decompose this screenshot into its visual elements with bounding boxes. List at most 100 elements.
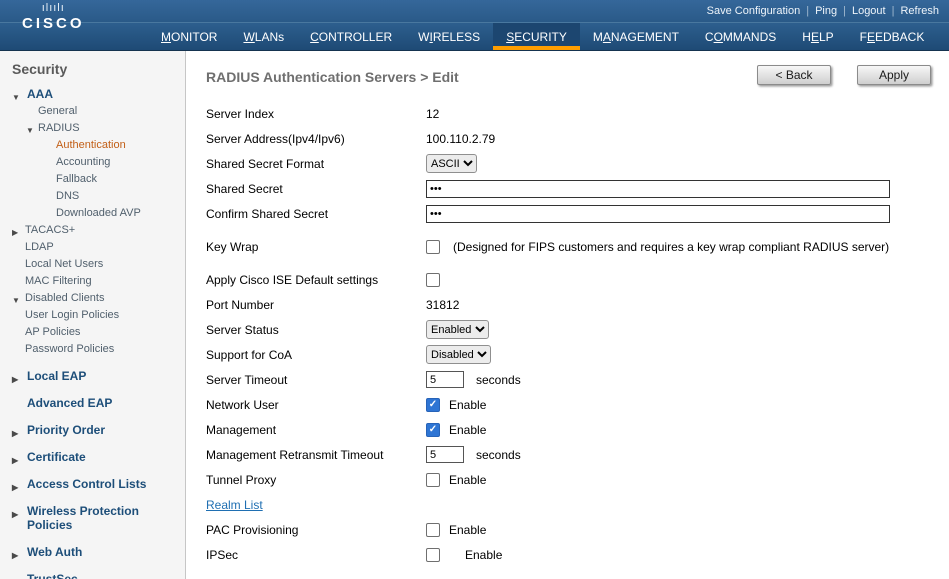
shared-secret-row: Shared Secret: [206, 176, 935, 201]
tree-collapsed-icon: ▶: [12, 373, 18, 387]
sidebar-item-fallback[interactable]: Fallback: [0, 171, 185, 188]
sidebar-item-user-login-policies[interactable]: User Login Policies: [0, 307, 185, 324]
apply-ise-row: Apply Cisco ISE Default settings ✓: [206, 267, 935, 292]
tree-label: MAC Filtering: [25, 275, 92, 287]
sidebar-item-trustsec[interactable]: ▶TrustSec: [0, 570, 185, 579]
nav-feedback[interactable]: FEEDBACK: [847, 23, 938, 50]
ping-link[interactable]: Ping: [815, 5, 837, 17]
tree-expanded-icon: ▼: [12, 294, 20, 307]
separator: |: [892, 5, 895, 17]
tree-label: Certificate: [27, 450, 86, 464]
sidebar-item-ldap[interactable]: LDAP: [0, 239, 185, 256]
nav-wireless[interactable]: WIRELESS: [405, 23, 493, 50]
tree-label: Downloaded AVP: [56, 207, 141, 219]
server-address-value: 100.110.2.79: [426, 132, 495, 146]
port-number-row: Port Number 31812: [206, 292, 935, 317]
ipsec-checkbox[interactable]: ✓: [426, 548, 440, 562]
shared-secret-format-select[interactable]: ASCII: [426, 154, 477, 173]
server-timeout-label: Server Timeout: [206, 373, 426, 387]
tree-label: Access Control Lists: [27, 477, 146, 491]
sidebar-item-authentication[interactable]: Authentication: [0, 137, 185, 154]
realm-list-row: Realm List: [206, 492, 935, 517]
tree-label: Password Policies: [25, 343, 114, 355]
page-title: RADIUS Authentication Servers > Edit: [206, 65, 459, 85]
sidebar-item-aaa[interactable]: ▼AAA: [0, 85, 185, 103]
tunnel-proxy-label: Tunnel Proxy: [206, 473, 426, 487]
sidebar-item-downloaded-avp[interactable]: Downloaded AVP: [0, 205, 185, 222]
tree-label: Local Net Users: [25, 258, 103, 270]
management-checkbox[interactable]: ✓: [426, 423, 440, 437]
refresh-link[interactable]: Refresh: [900, 5, 939, 17]
management-label: Management: [206, 423, 426, 437]
ipsec-suffix: Enable: [465, 548, 502, 562]
sidebar-item-certificate[interactable]: ▶Certificate: [0, 448, 185, 466]
check-icon: ✓: [429, 400, 437, 410]
server-index-row: Server Index 12: [206, 101, 935, 126]
sidebar-item-web-auth[interactable]: ▶Web Auth: [0, 543, 185, 561]
server-address-row: Server Address(Ipv4/Ipv6) 100.110.2.79: [206, 126, 935, 151]
utility-bar: Save Configuration | Ping | Logout | Ref…: [0, 0, 949, 22]
sidebar-item-dns[interactable]: DNS: [0, 188, 185, 205]
support-coa-select[interactable]: Disabled: [426, 345, 491, 364]
nav-help[interactable]: HELP: [789, 23, 846, 50]
pac-provisioning-label: PAC Provisioning: [206, 523, 426, 537]
sidebar-item-mac-filtering[interactable]: MAC Filtering: [0, 273, 185, 290]
realm-list-link[interactable]: Realm List: [206, 498, 263, 512]
nav-commands[interactable]: COMMANDS: [692, 23, 789, 50]
tunnel-proxy-checkbox[interactable]: ✓: [426, 473, 440, 487]
mgmt-retransmit-timeout-label: Management Retransmit Timeout: [206, 448, 426, 462]
nav-home[interactable]: Home: [937, 23, 949, 50]
server-timeout-row: Server Timeout seconds: [206, 367, 935, 392]
tunnel-proxy-suffix: Enable: [449, 473, 486, 487]
sidebar-item-radius[interactable]: ▼RADIUS: [0, 120, 185, 137]
sidebar-item-ap-policies[interactable]: AP Policies: [0, 324, 185, 341]
server-status-label: Server Status: [206, 323, 426, 337]
main-content: RADIUS Authentication Servers > Edit < B…: [186, 51, 949, 579]
key-wrap-label: Key Wrap: [206, 240, 426, 254]
nav-monitor[interactable]: MONITOR: [148, 23, 230, 50]
sidebar-item-wireless-protection-policies[interactable]: ▶Wireless Protection Policies: [0, 502, 185, 534]
nav-wlans[interactable]: WLANs: [230, 23, 297, 50]
nav-security[interactable]: SECURITY: [493, 23, 580, 50]
nav-management[interactable]: MANAGEMENT: [580, 23, 692, 50]
key-wrap-checkbox[interactable]: ✓: [426, 240, 440, 254]
tree-label: TACACS+: [25, 224, 75, 236]
sidebar-item-disabled-clients[interactable]: ▼Disabled Clients: [0, 290, 185, 307]
sidebar-item-password-policies[interactable]: Password Policies: [0, 341, 185, 358]
server-index-value: 12: [426, 107, 439, 121]
separator: |: [843, 5, 846, 17]
sidebar-item-priority-order[interactable]: ▶Priority Order: [0, 421, 185, 439]
logout-link[interactable]: Logout: [852, 5, 886, 17]
mgmt-retransmit-timeout-suffix: seconds: [476, 448, 521, 462]
save-configuration-link[interactable]: Save Configuration: [707, 5, 801, 17]
back-button[interactable]: < Back: [757, 65, 831, 85]
sidebar-item-access-control-lists[interactable]: ▶Access Control Lists: [0, 475, 185, 493]
port-number-label: Port Number: [206, 298, 426, 312]
server-timeout-input[interactable]: [426, 371, 464, 388]
sidebar-item-tacacs[interactable]: ▶TACACS+: [0, 222, 185, 239]
port-number-value: 31812: [426, 298, 459, 312]
key-wrap-row: Key Wrap ✓ (Designed for FIPS customers …: [206, 234, 935, 259]
shared-secret-format-row: Shared Secret Format ASCII: [206, 151, 935, 176]
apply-button[interactable]: Apply: [857, 65, 931, 85]
sidebar-item-local-net-users[interactable]: Local Net Users: [0, 256, 185, 273]
apply-ise-checkbox[interactable]: ✓: [426, 273, 440, 287]
server-status-select[interactable]: Enabled: [426, 320, 489, 339]
network-user-checkbox[interactable]: ✓: [426, 398, 440, 412]
sidebar-title: Security: [0, 51, 185, 81]
sidebar-item-advanced-eap[interactable]: Advanced EAP: [0, 394, 185, 412]
tree-collapsed-icon: ▶: [12, 427, 18, 441]
network-user-label: Network User: [206, 398, 426, 412]
tree-label: LDAP: [25, 241, 54, 253]
confirm-shared-secret-label: Confirm Shared Secret: [206, 207, 426, 221]
sidebar-item-accounting[interactable]: Accounting: [0, 154, 185, 171]
tunnel-proxy-row: Tunnel Proxy ✓ Enable: [206, 467, 935, 492]
sidebar-item-local-eap[interactable]: ▶Local EAP: [0, 367, 185, 385]
pac-provisioning-row: PAC Provisioning ✓ Enable: [206, 517, 935, 542]
confirm-shared-secret-input[interactable]: [426, 205, 890, 223]
pac-provisioning-checkbox[interactable]: ✓: [426, 523, 440, 537]
mgmt-retransmit-timeout-input[interactable]: [426, 446, 464, 463]
sidebar-item-general[interactable]: General: [0, 103, 185, 120]
nav-controller[interactable]: CONTROLLER: [297, 23, 405, 50]
shared-secret-input[interactable]: [426, 180, 890, 198]
